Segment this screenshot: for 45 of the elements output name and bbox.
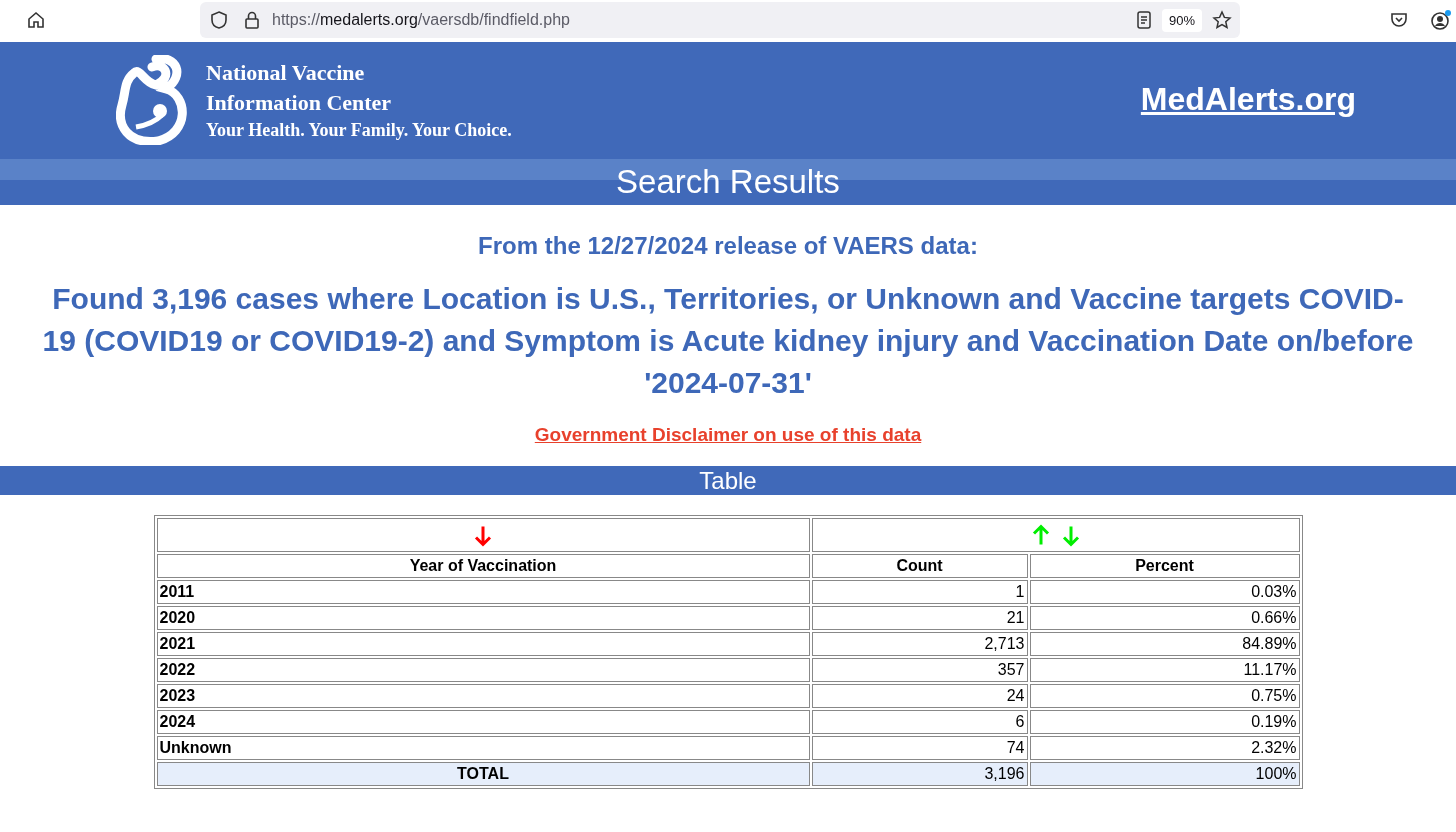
column-header: Percent <box>1029 554 1300 578</box>
table-cell: 84.89% <box>1029 632 1300 656</box>
results-summary: Found 3,196 cases where Location is U.S., Territories, or Unknown and Vaccine targets COVID-19 (COVID19 or COVID19-2) and Symptom is Acute kidney injury and Vaccination Date on/before '2024-07-31' <box>41 281 1415 401</box>
section-heading: Table <box>0 466 1456 495</box>
lock-icon[interactable] <box>244 10 260 30</box>
table-cell: 0.75% <box>1029 684 1300 708</box>
table-cell: 0.19% <box>1029 710 1300 734</box>
table-cell: 24 <box>811 684 1028 708</box>
home-icon[interactable] <box>26 10 46 30</box>
table-cell: 1 <box>811 580 1028 604</box>
table-cell: 11.17% <box>1029 658 1300 682</box>
reader-view-icon[interactable] <box>1135 11 1152 29</box>
disclaimer-link[interactable]: Government Disclaimer on use of this data <box>534 424 922 445</box>
table-cell: 21 <box>811 606 1028 630</box>
pocket-icon[interactable] <box>1390 11 1408 29</box>
table-cell: 6 <box>811 710 1028 734</box>
column-header: Count <box>811 554 1028 578</box>
page-title: Search Results <box>616 162 840 202</box>
release-heading: From the 12/27/2024 release of VAERS data: <box>477 232 979 260</box>
table-cell: 2022 <box>156 658 810 682</box>
table-cell: 0.03% <box>1029 580 1300 604</box>
table-cell: 100% <box>1029 762 1300 786</box>
organization-name: National Vaccine Information Center <box>206 58 393 117</box>
table-cell: 2,713 <box>811 632 1028 656</box>
table-cell: 3,196 <box>811 762 1028 786</box>
tagline: Your Health. Your Family. Your Choice. <box>206 118 512 142</box>
table-cell: 357 <box>811 658 1028 682</box>
site-link[interactable]: MedAlerts.org <box>1140 81 1356 118</box>
table-cell: 2024 <box>156 710 810 734</box>
table-cell: Unknown <box>156 736 810 760</box>
table-cell: 2020 <box>156 606 810 630</box>
star-icon[interactable] <box>1212 10 1232 30</box>
table-cell: 2021 <box>156 632 810 656</box>
address-bar[interactable]: https://medalerts.org/vaersdb/findfield.php 90% <box>200 2 1240 38</box>
table-cell: 2011 <box>156 580 810 604</box>
column-header: Year of Vaccination <box>156 554 810 578</box>
account-icon[interactable] <box>1430 9 1452 31</box>
table-cell: 2.32% <box>1029 736 1300 760</box>
table-cell: TOTAL <box>156 762 810 786</box>
table-cell: 2023 <box>156 684 810 708</box>
table-cell: 0.66% <box>1029 606 1300 630</box>
table-cell: 74 <box>811 736 1028 760</box>
url-text: https://medalerts.org/vaersdb/findfield.php <box>272 11 570 29</box>
zoom-level-button[interactable]: 90% <box>1161 8 1202 32</box>
shield-icon[interactable] <box>210 10 228 30</box>
